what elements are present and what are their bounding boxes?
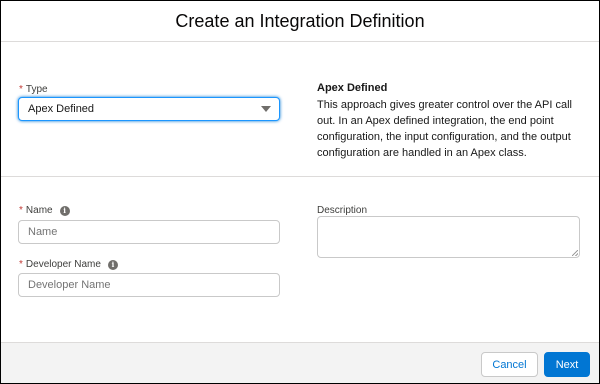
- developer-name-input[interactable]: [18, 273, 280, 297]
- modal-header: Create an Integration Definition: [1, 1, 599, 42]
- type-section: * Type Apex Defined Apex Defined This ap…: [1, 42, 599, 176]
- required-marker: *: [19, 84, 23, 95]
- type-select[interactable]: Apex Defined: [18, 97, 280, 121]
- developer-name-label-text: Developer Name: [25, 259, 101, 270]
- description-label-text: Description: [317, 205, 368, 216]
- name-label: * Name i: [19, 205, 70, 216]
- developer-name-label: * Developer Name i: [19, 259, 118, 270]
- cancel-button[interactable]: Cancel: [481, 352, 538, 377]
- type-label-text: Type: [25, 84, 48, 95]
- description-textarea[interactable]: [317, 216, 580, 258]
- modal-title: Create an Integration Definition: [175, 10, 425, 31]
- description-label: Description: [317, 205, 367, 216]
- info-icon[interactable]: i: [59, 205, 70, 216]
- resize-handle-icon[interactable]: [572, 250, 578, 256]
- type-description-text: This approach gives greater control over…: [317, 99, 572, 159]
- required-marker: *: [19, 259, 23, 270]
- type-description-title: Apex Defined: [317, 82, 388, 94]
- fields-section: * Name i * Developer Name i Description: [1, 177, 599, 341]
- name-label-text: Name: [25, 205, 53, 216]
- modal-footer: Cancel Next: [1, 342, 599, 383]
- next-button[interactable]: Next: [544, 352, 590, 377]
- info-icon[interactable]: i: [107, 259, 118, 270]
- type-description-block: Apex Defined This approach gives greater…: [317, 82, 587, 161]
- type-label: * Type: [19, 84, 48, 95]
- integration-modal: Create an Integration Definition * Type …: [0, 0, 600, 384]
- caret-down-icon: [261, 106, 271, 112]
- required-marker: *: [19, 205, 23, 216]
- type-select-value: Apex Defined: [28, 103, 95, 115]
- name-input[interactable]: [18, 220, 280, 244]
